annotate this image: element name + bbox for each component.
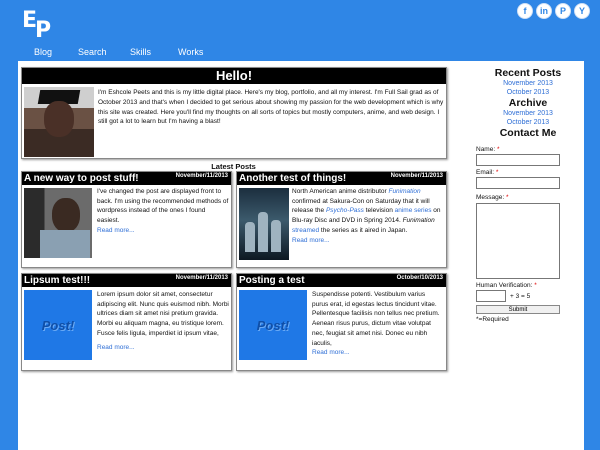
nav-search[interactable]: Search <box>78 47 107 57</box>
required-note: *=Required <box>476 316 509 323</box>
email-field[interactable] <box>476 177 560 189</box>
post-title[interactable]: Another test of things! <box>239 172 346 185</box>
post-header: A new way to post stuff! November/11/201… <box>22 172 231 185</box>
archive-link[interactable]: October 2013 <box>473 118 583 127</box>
name-label: Name: * <box>476 146 500 153</box>
post-card: A new way to post stuff! November/11/201… <box>21 171 232 268</box>
nav-blog[interactable]: Blog <box>34 47 52 57</box>
social-links: f in P Y <box>517 3 590 19</box>
logo-letter-p: P <box>35 18 52 43</box>
pinterest-icon[interactable]: P <box>555 3 571 19</box>
archive-link[interactable]: November 2013 <box>473 109 583 118</box>
required-star: * <box>534 282 537 289</box>
post-text-italic: Funimation <box>402 217 435 225</box>
recent-link[interactable]: October 2013 <box>473 88 583 97</box>
linkedin-icon[interactable]: in <box>536 3 552 19</box>
read-more-link[interactable]: Read more... <box>312 348 440 358</box>
post-thumbnail[interactable] <box>239 188 289 260</box>
post-text: North American anime distributor <box>292 188 389 195</box>
post-excerpt: I've changed the post are displayed fron… <box>97 187 229 236</box>
post-title[interactable]: Posting a test <box>239 274 305 287</box>
funimation-link[interactable]: Funimation <box>388 188 420 195</box>
sidebar: Recent Posts November 2013 October 2013 … <box>473 67 583 139</box>
thumbnail-figure <box>245 222 255 252</box>
verification-label: Human Verification: * <box>476 282 537 289</box>
post-date: October/10/2013 <box>396 275 443 281</box>
site-logo[interactable]: E P <box>22 10 52 42</box>
email-label-text: Email: <box>476 169 495 176</box>
thumbnail-figure <box>258 212 268 252</box>
verification-equation: + 3 = 5 <box>510 293 531 300</box>
name-label-text: Name: <box>476 146 496 153</box>
post-text: television <box>363 207 395 215</box>
archive-heading: Archive <box>508 97 548 109</box>
nav-works[interactable]: Works <box>178 47 203 57</box>
latest-posts-heading: Latest Posts <box>211 162 256 171</box>
post-text: I've changed the post are displayed fron… <box>97 188 229 225</box>
name-field[interactable] <box>476 154 560 166</box>
thumbnail-head <box>52 198 80 232</box>
nav-skills[interactable]: Skills <box>130 47 151 57</box>
message-field[interactable] <box>476 203 560 279</box>
post-card: Posting a test October/10/2013 Post! Sus… <box>236 273 447 371</box>
post-card: Lipsum test!!! November/11/2013 Post! Lo… <box>21 273 232 371</box>
read-more-link[interactable]: Read more... <box>97 226 229 236</box>
required-star: * <box>495 169 499 176</box>
post-excerpt: North American anime distributor Funimat… <box>292 187 442 245</box>
required-star: * <box>496 146 500 153</box>
read-more-link[interactable]: Read more... <box>97 343 229 353</box>
read-more-link[interactable]: Read more... <box>292 236 442 246</box>
email-label: Email: * <box>476 169 498 176</box>
post-header: Another test of things! November/11/2013 <box>237 172 446 185</box>
post-title[interactable]: Lipsum test!!! <box>24 274 90 287</box>
post-date: November/11/2013 <box>175 173 228 179</box>
post-excerpt: Suspendisse potenti. Vestibulum varius p… <box>312 290 440 358</box>
psycho-pass-link[interactable]: Psycho-Pass <box>326 207 364 214</box>
anime-series-link[interactable]: anime series <box>395 207 432 214</box>
message-label: Message: * <box>476 194 509 201</box>
thumbnail-label: Post! <box>256 317 290 333</box>
post-excerpt: Lorem ipsum dolor sit amet, consectetur … <box>97 290 229 352</box>
content-area: Hello! I'm Eshcole Peets and this is my … <box>18 61 584 450</box>
post-date: November/11/2013 <box>390 173 443 179</box>
submit-button[interactable]: Submit <box>476 305 560 314</box>
verification-label-text: Human Verification: <box>476 282 533 289</box>
post-title[interactable]: A new way to post stuff! <box>24 172 139 185</box>
recent-posts-heading: Recent Posts <box>494 67 562 79</box>
yahoo-icon[interactable]: Y <box>574 3 590 19</box>
post-thumbnail[interactable] <box>24 188 92 258</box>
profile-face <box>44 101 74 137</box>
thumbnail-shirt <box>40 230 90 258</box>
post-date: November/11/2013 <box>175 275 228 281</box>
post-text: Suspendisse potenti. Vestibulum varius p… <box>312 291 440 347</box>
message-label-text: Message: <box>476 194 505 201</box>
profile-photo <box>24 87 94 157</box>
verification-field[interactable] <box>476 290 506 302</box>
streamed-link[interactable]: streamed <box>292 227 319 234</box>
required-star: * <box>506 194 509 201</box>
hello-panel: Hello! I'm Eshcole Peets and this is my … <box>21 67 447 159</box>
thumbnail-label: Post! <box>41 317 75 333</box>
post-header: Lipsum test!!! November/11/2013 <box>22 274 231 287</box>
main-nav: Blog Search Skills Works <box>0 47 600 61</box>
thumbnail-figure <box>271 220 281 252</box>
hello-text: I'm Eshcole Peets and this is my little … <box>98 89 444 126</box>
recent-link[interactable]: November 2013 <box>473 79 583 88</box>
post-card: Another test of things! November/11/2013… <box>236 171 447 268</box>
contact-heading: Contact Me <box>499 127 557 139</box>
post-text: Lorem ipsum dolor sit amet, consectetur … <box>97 291 229 337</box>
post-text: the series as it aired in Japan. <box>319 226 408 234</box>
post-thumbnail[interactable]: Post! <box>24 290 92 360</box>
facebook-icon[interactable]: f <box>517 3 533 19</box>
post-thumbnail[interactable]: Post! <box>239 290 307 360</box>
hello-title: Hello! <box>22 68 446 84</box>
post-header: Posting a test October/10/2013 <box>237 274 446 287</box>
